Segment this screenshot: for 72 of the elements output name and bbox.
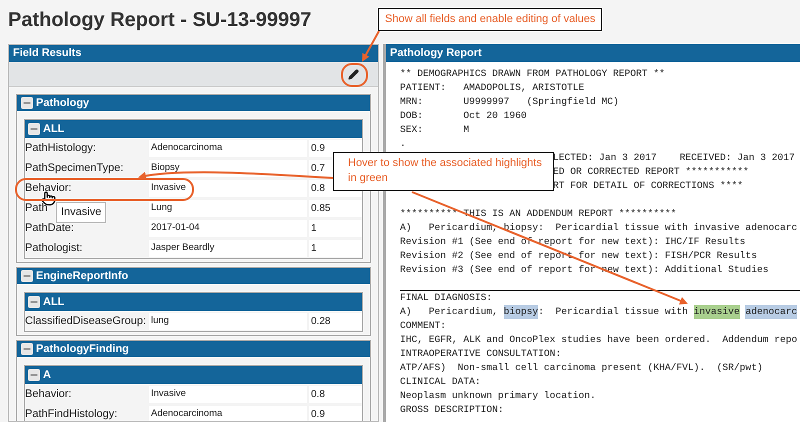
group-header[interactable]: A (25, 366, 362, 384)
field-value: Lung (149, 200, 307, 216)
report-line: FINAL DIAGNOSIS: (400, 291, 492, 305)
section-title: EngineReportInfo (36, 268, 128, 284)
field-label: ClassifiedDiseaseGroup: (25, 314, 146, 329)
report-line: A) Pericardium, biopsy: Pericardial tissue with invasive adenocarc (400, 221, 798, 235)
collapse-icon[interactable] (21, 343, 33, 355)
field-value: Invasive (149, 386, 307, 402)
field-label: PathHistology: (25, 140, 96, 156)
field-label: Path (25, 200, 48, 216)
report-line: ATP/AFS) Non-small cell carcinoma present (KHA/FVL). (SR/pwt) (400, 361, 763, 375)
highlighted-term: adenocarc (745, 305, 798, 319)
group-header[interactable]: ALL (25, 293, 362, 311)
field-label: Pathologist: (25, 240, 82, 256)
field-label: PathSpecimenType: (25, 160, 124, 176)
section-header[interactable]: EngineReportInfo (17, 268, 370, 284)
confidence-score: 1 (309, 220, 362, 236)
edit-icon[interactable] (348, 68, 359, 80)
report-line: COMMENT: (400, 319, 446, 333)
report-line: INTRAOPERATIVE CONSULTATION: (400, 347, 562, 361)
report-line: ** DEMOGRAPHICS DRAWN FROM PATHOLOGY REPORT ** (400, 67, 665, 81)
report-line: GROSS DESCRIPTION: (400, 403, 504, 417)
report-text: : Pericardial tissue with (538, 305, 689, 319)
field-label: PathFindHistology: (25, 406, 118, 421)
confidence-score: 0.28 (309, 312, 362, 330)
report-line: CLINICAL DATA: (400, 375, 481, 389)
collapse-icon[interactable] (21, 270, 33, 282)
confidence-score: 0.8 (309, 386, 362, 402)
field-label: PathDate: (25, 220, 74, 236)
section-header[interactable]: Pathology (17, 95, 370, 111)
report-line: . (400, 137, 406, 151)
section-title: Pathology (36, 96, 90, 111)
report-line: MRN: U9999997 (Springfield MC) (400, 95, 619, 109)
highlighted-term: biopsy (504, 305, 538, 319)
collapse-icon[interactable] (28, 369, 40, 381)
callout: Show all fields and enable editing of values (378, 8, 602, 31)
collapse-icon[interactable] (28, 123, 40, 135)
confidence-score: 1 (309, 240, 362, 256)
report-line: ED OR CORRECTED REPORT *********** (553, 165, 749, 179)
group-header[interactable]: ALL (25, 120, 362, 138)
report-line: Neoplasm unknown primary location. (400, 389, 596, 403)
report-line: LECTED: Jan 3 2017 RECEIVED: Jan 3 2017 (553, 151, 795, 165)
report-line: DOB: Oct 20 1960 (400, 109, 527, 123)
highlighted-term: invasive (694, 305, 740, 319)
report-line: SEX: M (400, 123, 470, 137)
page-title: Pathology Report - SU-13-99997 (8, 8, 312, 33)
field-value: Invasive (149, 180, 307, 196)
group-title: ALL (43, 122, 64, 137)
report-line: IHC, EGFR, ALK and OncoPlex studies have been ordered. Addendum repo (400, 333, 798, 347)
panel-header: Field Results (9, 45, 378, 62)
field-value: Jasper Beardly (149, 240, 307, 256)
field-value: 2017-01-04 (149, 220, 307, 236)
section-title: PathologyFinding (36, 342, 129, 357)
group-title: A (43, 368, 51, 383)
collapse-icon[interactable] (28, 296, 40, 308)
collapse-icon[interactable] (21, 97, 33, 109)
section-header[interactable]: PathologyFinding (17, 341, 370, 357)
callout: Hover to show the associated highlights in green (333, 152, 554, 191)
report-line: PATIENT: AMADOPOLIS, ARISTOTLE (400, 81, 584, 95)
field-label: Behavior: (25, 386, 72, 402)
field-value: Adenocarcinoma (149, 140, 307, 156)
panel-header: Pathology Report (386, 44, 800, 62)
confidence-score: 0.85 (309, 200, 362, 216)
hover-tooltip: Invasive (56, 202, 106, 223)
group-title: ALL (43, 294, 64, 310)
callout-arrow (362, 30, 380, 62)
confidence-score: 0.9 (309, 406, 362, 421)
report-line: RT FOR DETAIL OF CORRECTIONS **** (553, 179, 743, 193)
report-text: A) Pericardium, (400, 305, 499, 319)
field-value: lung (149, 312, 307, 330)
field-value: Adenocarcinoma (149, 406, 307, 421)
field-label: Behavior: (25, 180, 72, 196)
